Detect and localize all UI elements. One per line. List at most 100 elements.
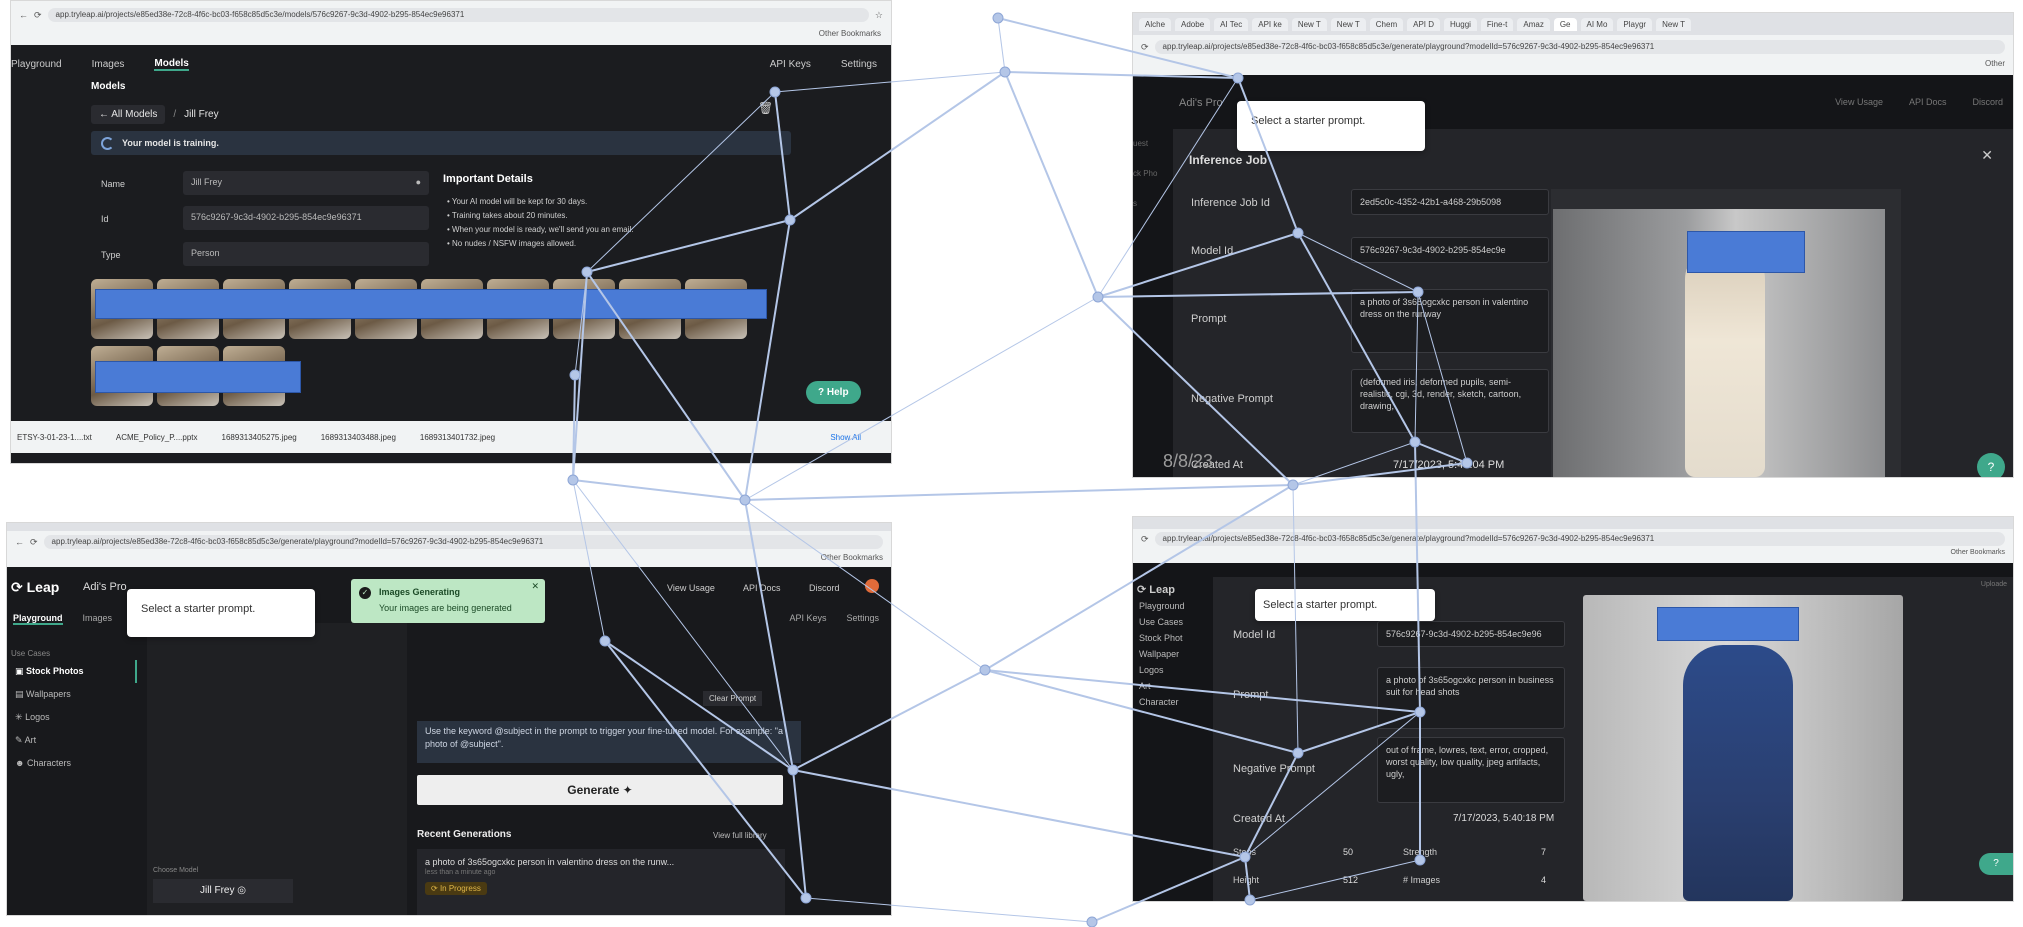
reload-icon[interactable]: ⟳ <box>1141 42 1149 53</box>
download-item[interactable]: ETSY-3-01-23-1....txt <box>17 433 92 442</box>
reload-icon[interactable]: ⟳ <box>1141 534 1149 545</box>
starter-prompt-popover[interactable]: Select a starter prompt. <box>1255 589 1435 621</box>
leap-logo[interactable]: ⟳ Leap <box>1133 581 1213 598</box>
sidebar-item-logos[interactable]: Logos <box>1133 662 1213 678</box>
sidebar-item-playground[interactable]: Playground <box>1133 598 1213 614</box>
leap-logo[interactable]: ⟳ Leap <box>11 579 59 596</box>
field-type-value[interactable]: Person <box>183 242 429 266</box>
spinner-icon <box>101 136 114 150</box>
other-bookmarks[interactable]: Other Bookmarks <box>821 553 883 562</box>
browser-tab[interactable]: Chem <box>1369 17 1404 31</box>
generated-image[interactable] <box>1583 595 1903 901</box>
nav-models[interactable]: Models <box>154 58 189 71</box>
other-bookmarks[interactable]: Other Bookmarks <box>819 29 881 38</box>
wallpaper-icon: ▤ <box>15 689 24 699</box>
back-icon[interactable]: ← <box>15 537 24 547</box>
field-name-value[interactable]: Jill Frey ● <box>183 171 429 195</box>
sidebar-item-wallpapers[interactable]: Wallpaper <box>1133 646 1213 662</box>
star-icon[interactable]: ☆ <box>875 10 883 21</box>
address-bar[interactable]: app.tryleap.ai/projects/e85ed38e-72c8-4f… <box>47 8 869 22</box>
view-library-link[interactable]: View full library <box>713 831 767 840</box>
browser-tab[interactable]: Amaz <box>1517 17 1550 31</box>
negative-prompt-field[interactable]: out of frame, lowres, text, error, cropp… <box>1377 737 1565 803</box>
address-bar[interactable]: app.tryleap.ai/projects/e85ed38e-72c8-4f… <box>43 535 883 549</box>
recent-generation-item[interactable]: a photo of 3s65ogcxkc person in valentin… <box>417 849 785 915</box>
nav-playground[interactable]: Playground <box>13 613 63 625</box>
address-bar[interactable]: app.tryleap.ai/projects/e85ed38e-72c8-4f… <box>1154 40 2005 54</box>
model-id-field[interactable]: 576c9267-9c3d-4902-b295-854ec9e96 <box>1377 621 1565 648</box>
sidebar-item[interactable]: s <box>1133 189 1157 219</box>
sidebar-item-characters[interactable]: Character <box>1133 694 1213 710</box>
reload-icon[interactable]: ⟳ <box>30 537 38 548</box>
nav-settings[interactable]: Settings <box>846 613 879 625</box>
download-item[interactable]: 1689313405275.jpeg <box>222 433 297 442</box>
nav-images[interactable]: Images <box>92 59 125 70</box>
help-fab[interactable]: ? <box>1977 453 2005 477</box>
other-bookmarks[interactable]: Other <box>1985 59 2005 68</box>
prompt-field[interactable]: a photo of 3s65ogcxkc person in valentin… <box>1351 289 1549 353</box>
sidebar-item-art[interactable]: Art <box>1133 678 1213 694</box>
discord-link[interactable]: Discord <box>809 583 840 593</box>
nav-playground[interactable]: Playground <box>11 59 62 70</box>
starter-prompt-popover[interactable]: Select a starter prompt. <box>127 589 315 637</box>
use-case-stock-photos[interactable]: ▣ Stock Photos <box>7 660 137 683</box>
help-button[interactable]: ? Help <box>806 381 861 404</box>
inference-job-id-field[interactable]: 2ed5c0c-4352-42b1-a468-29b5098 <box>1351 189 1549 216</box>
reload-icon[interactable]: ⟳ <box>34 10 42 21</box>
use-case-characters[interactable]: ☻ Characters <box>7 752 137 774</box>
download-item[interactable]: 1689313403488.jpeg <box>321 433 396 442</box>
browser-tab[interactable]: New T <box>1291 17 1327 31</box>
api-docs-link[interactable]: API Docs <box>743 583 781 593</box>
browser-tab-active[interactable]: Ge <box>1553 17 1577 31</box>
other-bookmarks[interactable]: Other Bookmarks <box>1951 549 2005 556</box>
app-nav: Playground Images Models API Keys Settin… <box>11 53 891 75</box>
discord-link[interactable]: Discord <box>1972 97 2003 107</box>
nav-api-keys[interactable]: API Keys <box>770 59 811 70</box>
sidebar-item-stock-photos[interactable]: Stock Phot <box>1133 630 1213 646</box>
network-node <box>1086 916 1098 927</box>
nav-settings[interactable]: Settings <box>841 59 877 70</box>
nav-api-keys[interactable]: API Keys <box>789 613 826 625</box>
nav-images[interactable]: Images <box>83 613 113 625</box>
api-docs-link[interactable]: API Docs <box>1909 97 1947 107</box>
use-case-wallpapers[interactable]: ▤ Wallpapers <box>7 683 137 706</box>
close-icon[interactable]: ✕ <box>1981 147 1993 164</box>
show-all-button[interactable]: Show All <box>830 433 861 442</box>
model-id-field[interactable]: 576c9267-9c3d-4902-b295-854ec9e <box>1351 237 1549 264</box>
browser-tab[interactable]: AI Tec <box>1214 17 1249 31</box>
browser-tab[interactable]: AI Mo <box>1580 17 1614 31</box>
clear-prompt-button[interactable]: Clear Prompt <box>703 691 763 706</box>
strength-label: Strength <box>1403 847 1438 857</box>
browser-tab[interactable]: Fine-t <box>1480 17 1514 31</box>
generate-button[interactable]: Generate ✦ <box>417 775 783 805</box>
character-icon: ☻ <box>15 758 25 768</box>
help-fab[interactable]: ? <box>1979 853 2013 875</box>
all-models-button[interactable]: ← All Models <box>91 105 166 124</box>
browser-tab[interactable]: New T <box>1330 17 1366 31</box>
browser-tab[interactable]: API D <box>1407 17 1441 31</box>
browser-tab[interactable]: New T <box>1656 17 1692 31</box>
sidebar-item[interactable]: uest <box>1133 129 1157 159</box>
back-icon[interactable]: ← <box>19 10 28 20</box>
close-icon[interactable]: ✕ <box>531 581 539 592</box>
prompt-field[interactable]: a photo of 3s65ogcxkc person in business… <box>1377 667 1565 729</box>
use-case-logos[interactable]: ✳ Logos <box>7 706 137 729</box>
address-bar[interactable]: app.tryleap.ai/projects/e85ed38e-72c8-4f… <box>1154 532 2005 546</box>
view-usage-link[interactable]: View Usage <box>1835 97 1883 107</box>
download-item[interactable]: 1689313401732.jpeg <box>420 433 495 442</box>
view-usage-link[interactable]: View Usage <box>667 583 715 593</box>
browser-tab[interactable]: Huggi <box>1444 17 1477 31</box>
negative-prompt-field[interactable]: (deformed iris, deformed pupils, semi-re… <box>1351 369 1549 433</box>
browser-tab[interactable]: Playgr <box>1617 17 1653 31</box>
browser-tab[interactable]: Alche <box>1139 17 1172 31</box>
browser-tab[interactable]: Adobe <box>1175 17 1211 31</box>
download-item[interactable]: ACME_Policy_P....pptx <box>116 433 198 442</box>
field-id-value[interactable]: 576c9267-9c3d-4902-b295-854ec9e96371 <box>183 206 429 230</box>
starter-prompt-popover[interactable]: Select a starter prompt. <box>1237 101 1425 151</box>
browser-tab[interactable]: API ke <box>1252 17 1288 31</box>
sidebar-item[interactable]: ck Pho <box>1133 159 1157 189</box>
model-selector[interactable]: Jill Frey ◎ <box>153 879 293 903</box>
trash-icon[interactable]: 🗑 <box>758 101 773 115</box>
user-avatar[interactable] <box>865 579 879 593</box>
use-case-art[interactable]: ✎ Art <box>7 729 137 752</box>
